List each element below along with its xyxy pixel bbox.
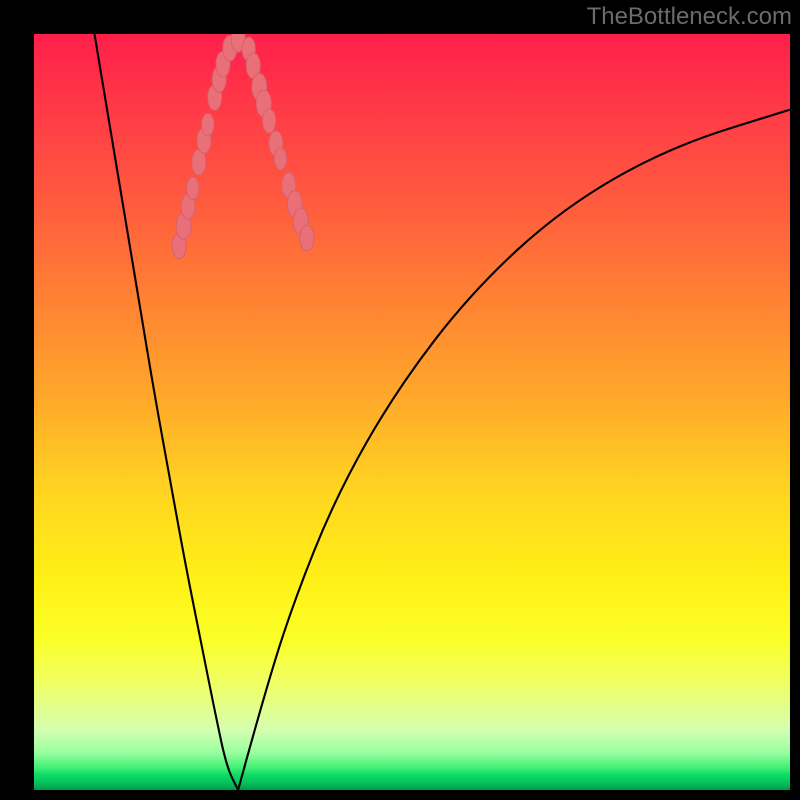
- chart-svg: [34, 34, 790, 790]
- bead: [187, 177, 199, 200]
- bead: [300, 225, 314, 251]
- left-branch-curve: [94, 34, 238, 790]
- bead: [262, 109, 275, 133]
- watermark-text: TheBottleneck.com: [587, 3, 792, 31]
- chart-frame: TheBottleneck.com: [0, 0, 800, 800]
- plot-area: [34, 34, 790, 790]
- bead-cluster: [172, 34, 314, 259]
- bead: [274, 147, 286, 170]
- bead: [202, 113, 214, 136]
- right-branch-curve: [238, 110, 790, 790]
